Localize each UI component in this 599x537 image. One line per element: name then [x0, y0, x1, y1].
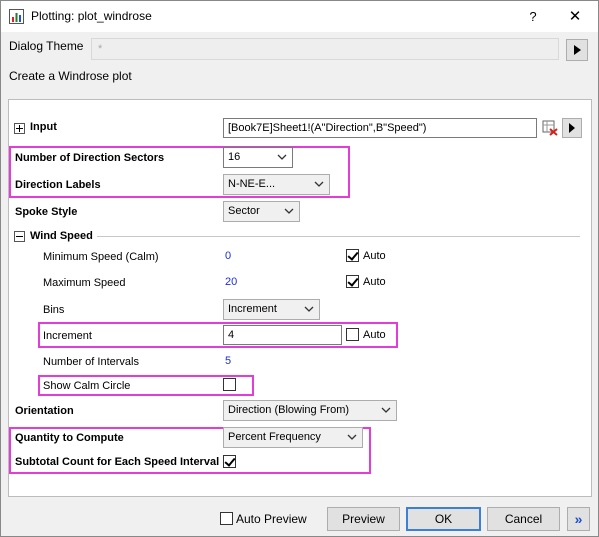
collapse-wind-speed-icon[interactable] — [14, 231, 25, 242]
increment-auto-checkbox[interactable] — [346, 328, 359, 341]
calm-circle-checkbox[interactable] — [223, 378, 236, 391]
preview-button[interactable]: Preview — [327, 507, 400, 531]
min-speed-value[interactable]: 0 — [225, 250, 231, 262]
chevron-down-icon — [314, 181, 324, 187]
increment-auto-label: Auto — [363, 329, 386, 341]
min-speed-auto-label: Auto — [363, 250, 386, 262]
direction-labels-value: N-NE-E... — [228, 178, 276, 190]
input-label: Input — [30, 121, 57, 133]
bins-value: Increment — [228, 303, 277, 315]
chevron-down-icon — [284, 208, 294, 214]
select-range-icon[interactable] — [541, 119, 559, 137]
auto-preview-label: Auto Preview — [236, 512, 307, 526]
subtotal-label: Subtotal Count for Each Speed Interval — [15, 456, 220, 468]
chevron-down-icon — [277, 154, 287, 160]
title-bar[interactable]: Plotting: plot_windrose ? ✕ — [1, 1, 598, 32]
max-speed-auto-checkbox[interactable] — [346, 275, 359, 288]
dialog-window: Plotting: plot_windrose ? ✕ Dialog Theme… — [0, 0, 599, 537]
expand-dialog-button[interactable]: » — [567, 507, 590, 531]
ok-button[interactable]: OK — [406, 507, 481, 531]
dialog-theme-menu-button[interactable] — [566, 39, 588, 61]
dialog-theme-label: Dialog Theme — [9, 39, 84, 53]
wind-speed-label: Wind Speed — [30, 230, 93, 242]
input-range-field[interactable]: [Book7E]Sheet1!(A"Direction",B"Speed") — [223, 118, 537, 138]
auto-preview-checkbox[interactable] — [220, 512, 233, 525]
quantity-value: Percent Frequency — [228, 431, 321, 443]
quantity-label: Quantity to Compute — [15, 432, 124, 444]
intervals-value: 5 — [225, 355, 232, 367]
dialog-description: Create a Windrose plot — [9, 69, 132, 83]
orientation-label: Orientation — [15, 405, 74, 417]
calm-circle-label: Show Calm Circle — [43, 380, 131, 392]
orientation-select[interactable]: Direction (Blowing From) — [223, 400, 397, 421]
min-speed-auto-checkbox[interactable] — [346, 249, 359, 262]
direction-sectors-label: Number of Direction Sectors — [15, 152, 165, 164]
bins-label: Bins — [43, 304, 65, 316]
highlight-increment-row — [38, 322, 398, 348]
chevron-down-icon — [381, 407, 391, 413]
max-speed-auto-label: Auto — [363, 276, 386, 288]
help-button[interactable]: ? — [522, 7, 544, 27]
direction-sectors-value: 16 — [228, 151, 241, 163]
spoke-style-select[interactable]: Sector — [223, 201, 300, 222]
increment-field[interactable]: 4 — [223, 325, 342, 345]
chevron-down-icon — [347, 434, 357, 440]
expand-input-icon[interactable] — [14, 123, 25, 134]
max-speed-value[interactable]: 20 — [225, 276, 237, 288]
quantity-select[interactable]: Percent Frequency — [223, 427, 363, 448]
window-title: Plotting: plot_windrose — [31, 9, 152, 23]
cancel-button[interactable]: Cancel — [487, 507, 560, 531]
dialog-theme-field[interactable]: * — [91, 38, 559, 60]
wind-speed-separator — [97, 236, 580, 237]
orientation-value: Direction (Blowing From) — [228, 404, 350, 416]
direction-sectors-select[interactable]: 16 — [223, 147, 293, 168]
max-speed-label: Maximum Speed — [43, 277, 126, 289]
intervals-label: Number of Intervals — [43, 356, 139, 368]
input-menu-button[interactable] — [562, 118, 582, 138]
subtotal-checkbox[interactable] — [223, 455, 236, 468]
close-button[interactable]: ✕ — [564, 7, 586, 27]
chevron-down-icon — [304, 306, 314, 312]
bins-select[interactable]: Increment — [223, 299, 320, 320]
origin-app-icon — [9, 9, 24, 24]
spoke-style-label: Spoke Style — [15, 206, 78, 218]
min-speed-label: Minimum Speed (Calm) — [43, 251, 159, 263]
direction-labels-label: Direction Labels — [15, 179, 101, 191]
increment-label: Increment — [43, 330, 92, 342]
direction-labels-select[interactable]: N-NE-E... — [223, 174, 330, 195]
spoke-style-value: Sector — [228, 205, 260, 217]
